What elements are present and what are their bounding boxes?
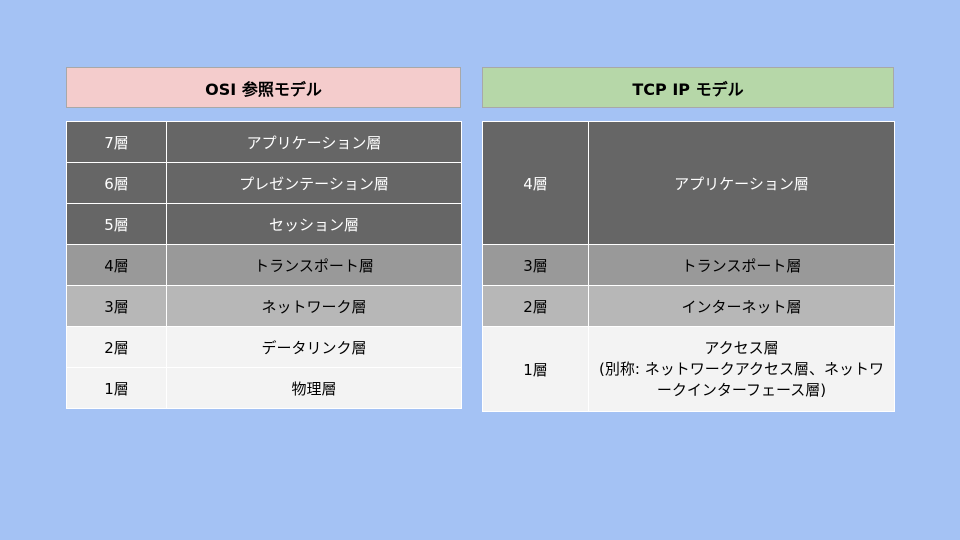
tcpip-layer-row-3: 3層 トランスポート層 <box>482 244 895 286</box>
tcpip-layer-row-1: 1層 アクセス層 (別称: ネットワークアクセス層、ネットワークインターフェース… <box>482 326 895 412</box>
layer-number: 1層 <box>66 367 167 409</box>
layer-number: 5層 <box>66 203 167 245</box>
osi-layer-table: 7層 アプリケーション層 6層 プレゼンテーション層 5層 セッション層 4層 … <box>66 121 462 409</box>
layer-number: 3層 <box>482 244 589 286</box>
layer-name: インターネット層 <box>588 285 895 327</box>
layer-name: アプリケーション層 <box>588 121 895 245</box>
layer-number: 3層 <box>66 285 167 327</box>
layer-alias-note: (別称: ネットワークアクセス層、ネットワークインターフェース層) <box>599 359 884 399</box>
tcpip-layer-row-2: 2層 インターネット層 <box>482 285 895 327</box>
osi-layer-row-4: 4層 トランスポート層 <box>66 244 462 286</box>
osi-model-title: OSI 参照モデル <box>66 67 461 108</box>
osi-layer-row-6: 6層 プレゼンテーション層 <box>66 162 462 204</box>
layer-name: データリンク層 <box>166 326 462 368</box>
layer-name: プレゼンテーション層 <box>166 162 462 204</box>
osi-layer-row-3: 3層 ネットワーク層 <box>66 285 462 327</box>
layer-name: アプリケーション層 <box>166 121 462 163</box>
layer-name: アクセス層 <box>704 338 779 357</box>
layer-name-cell: アクセス層 (別称: ネットワークアクセス層、ネットワークインターフェース層) <box>588 326 895 412</box>
osi-layer-row-5: 5層 セッション層 <box>66 203 462 245</box>
tcpip-layer-table: 4層 アプリケーション層 3層 トランスポート層 2層 インターネット層 1層 … <box>482 121 895 412</box>
layer-number: 4層 <box>66 244 167 286</box>
layer-name: トランスポート層 <box>166 244 462 286</box>
osi-layer-row-7: 7層 アプリケーション層 <box>66 121 462 163</box>
layer-number: 2層 <box>482 285 589 327</box>
tcpip-model-title: TCP IP モデル <box>482 67 894 108</box>
layer-number: 4層 <box>482 121 589 245</box>
layer-name: ネットワーク層 <box>166 285 462 327</box>
osi-layer-row-2: 2層 データリンク層 <box>66 326 462 368</box>
layer-name: 物理層 <box>166 367 462 409</box>
tcpip-layer-row-4: 4層 アプリケーション層 <box>482 121 895 245</box>
layer-name: トランスポート層 <box>588 244 895 286</box>
osi-layer-row-1: 1層 物理層 <box>66 367 462 409</box>
layer-name: セッション層 <box>166 203 462 245</box>
layer-number: 6層 <box>66 162 167 204</box>
layer-number: 7層 <box>66 121 167 163</box>
layer-number: 1層 <box>482 326 589 412</box>
layer-number: 2層 <box>66 326 167 368</box>
